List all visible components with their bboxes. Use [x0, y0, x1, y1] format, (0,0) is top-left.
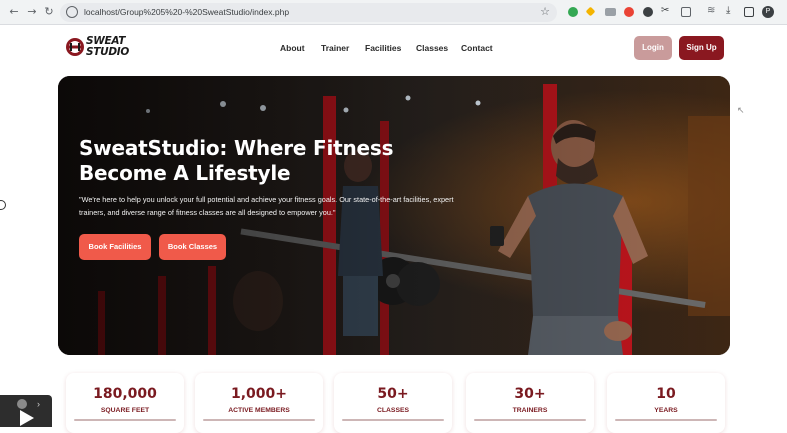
stat-label: TRAINERS: [512, 407, 548, 414]
nav-classes[interactable]: Classes: [416, 43, 448, 53]
hero-subtitle: "We're here to help you unlock your full…: [79, 195, 454, 217]
book-facilities-button[interactable]: Book Facilities: [79, 234, 151, 260]
stat-label: CLASSES: [376, 407, 410, 414]
stat-divider: [615, 419, 717, 421]
stat-value: 180,000: [93, 386, 157, 402]
cursor-ring-icon: [0, 200, 6, 210]
stat-card-years: 10 YEARS: [607, 373, 725, 433]
extension-scissors-icon[interactable]: ✂: [661, 5, 669, 17]
hero-title-line2: Become A Lifestyle: [79, 161, 291, 185]
stat-label: SQUARE FEET: [100, 407, 150, 414]
play-icon[interactable]: [20, 410, 34, 426]
stat-label: ACTIVE MEMBERS: [228, 407, 290, 414]
nav-trainer[interactable]: Trainer: [321, 43, 349, 53]
extension-dark-icon[interactable]: [643, 7, 653, 17]
extensions-puzzle-icon[interactable]: [681, 7, 691, 17]
hero-banner: SweatStudio: Where Fitness Become A Life…: [58, 76, 730, 355]
stat-divider: [74, 419, 176, 421]
logo-text-line1: SWEAT: [86, 35, 126, 47]
stat-value: 30+: [514, 386, 546, 402]
nav-facilities[interactable]: Facilities: [365, 43, 401, 53]
nav-contact[interactable]: Contact: [461, 43, 493, 53]
profile-avatar[interactable]: P: [762, 6, 774, 18]
stat-divider: [342, 419, 444, 421]
signup-button[interactable]: Sign Up: [679, 36, 724, 60]
stat-card-trainers: 30+ TRAINERS: [466, 373, 594, 433]
extension-screen-icon[interactable]: [605, 8, 616, 16]
extension-green-icon[interactable]: [568, 7, 578, 17]
pause-icon[interactable]: [17, 399, 27, 409]
address-bar[interactable]: localhost/Group%205%20-%20SweatStudio/in…: [60, 3, 557, 22]
extension-pencil-icon[interactable]: [585, 6, 596, 17]
reload-icon[interactable]: ↻: [42, 5, 56, 19]
mouse-pointer-icon: ↖: [737, 106, 745, 116]
site-info-icon[interactable]: [66, 6, 78, 18]
video-player-controls[interactable]: ›: [0, 395, 52, 427]
stat-value: 10: [656, 386, 676, 402]
stat-divider: [203, 419, 315, 421]
logo-text-line2: STUDIO: [86, 45, 129, 58]
book-classes-button[interactable]: Book Classes: [159, 234, 226, 260]
browser-toolbar: ← → ↻ localhost/Group%205%20-%20SweatStu…: [0, 0, 787, 25]
extension-record-icon[interactable]: [624, 7, 634, 17]
brand-logo[interactable]: SWEAT STUDIO: [65, 36, 137, 60]
stat-label: YEARS: [654, 407, 678, 414]
nav-about[interactable]: About: [280, 43, 305, 53]
download-icon[interactable]: ⤓: [726, 5, 730, 17]
stat-divider: [474, 419, 586, 421]
sidepanel-icon[interactable]: [744, 7, 754, 17]
stat-card-active-members: 1,000+ ACTIVE MEMBERS: [195, 373, 323, 433]
dumbbell-logo-icon: [66, 38, 84, 56]
forward-icon[interactable]: →: [25, 5, 39, 19]
stat-card-square-feet: 180,000 SQUARE FEET: [66, 373, 184, 433]
back-icon[interactable]: ←: [7, 5, 21, 19]
media-icon[interactable]: ≋: [707, 5, 715, 17]
hero-title-line1: SweatStudio: Where Fitness: [79, 136, 394, 160]
hero-title: SweatStudio: Where Fitness Become A Life…: [79, 136, 419, 186]
next-icon[interactable]: ›: [37, 399, 40, 409]
stat-value: 1,000+: [230, 386, 287, 402]
login-button[interactable]: Login: [634, 36, 672, 60]
stat-value: 50+: [377, 386, 409, 402]
url-text[interactable]: localhost/Group%205%20-%20SweatStudio/in…: [84, 7, 289, 17]
stat-card-classes: 50+ CLASSES: [334, 373, 452, 433]
bookmark-star-icon[interactable]: ☆: [540, 5, 550, 18]
